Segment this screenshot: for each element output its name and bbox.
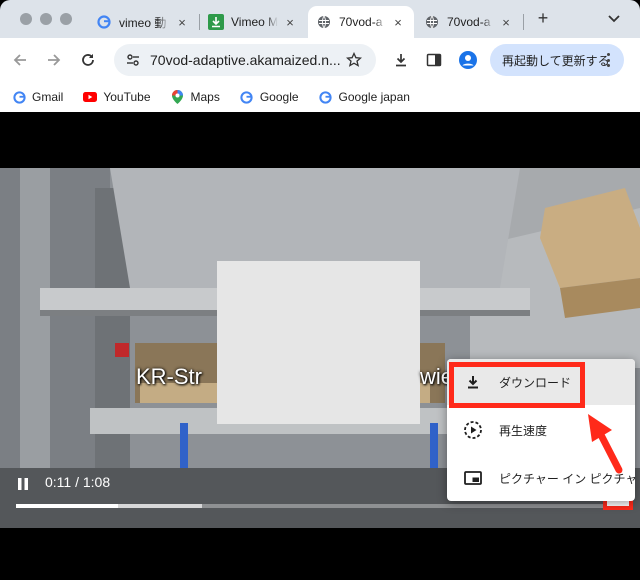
played-progress — [16, 504, 119, 508]
globe-icon — [316, 14, 332, 30]
tab-title: 70vod-a — [339, 15, 383, 29]
download-icon — [396, 54, 406, 67]
downloads-button[interactable] — [389, 48, 413, 72]
time-display: 0:11 / 1:08 — [45, 474, 111, 490]
menu-item-playback-speed[interactable]: 再生速度 — [447, 407, 635, 453]
youtube-icon — [83, 90, 98, 104]
bookmark-star-icon[interactable] — [342, 48, 366, 72]
bookmark-google[interactable]: Google — [240, 90, 299, 104]
forward-button[interactable] — [42, 48, 66, 72]
bookmark-label: Gmail — [32, 90, 64, 104]
tab-title: 70vod-a — [447, 15, 491, 29]
menu-item-picture-in-picture[interactable]: ピクチャー イン ピクチャー — [447, 455, 635, 501]
pause-button[interactable] — [14, 475, 32, 493]
tab-title: vimeo 動 — [119, 15, 167, 30]
tab-separator — [523, 14, 524, 30]
back-arrow-icon — [13, 54, 26, 66]
toolbar: 70vod-adaptive.akamaized.n... 再起動して更新する — [0, 38, 640, 82]
tab-search-button[interactable] — [603, 8, 625, 30]
bookmark-label: Google — [259, 90, 299, 104]
bookmark-label: Maps — [190, 90, 220, 104]
video-subtitle: KR-Str — [136, 364, 202, 389]
reload-icon — [82, 54, 94, 66]
maps-icon — [171, 90, 185, 104]
menu-item-label: ピクチャー イン ピクチャー — [499, 471, 635, 486]
omnibox[interactable]: 70vod-adaptive.akamaized.n... — [114, 44, 376, 76]
window-minimize-button[interactable] — [40, 13, 52, 25]
relaunch-update-button[interactable]: 再起動して更新する — [490, 44, 624, 76]
site-info-icon[interactable] — [122, 49, 144, 71]
tab-strip: vimeo 動 × Vimeo M × 70vod-a × 70vod-a × … — [0, 0, 640, 38]
picture-in-picture-icon — [463, 468, 483, 488]
reload-button[interactable] — [76, 48, 100, 72]
close-icon[interactable]: × — [390, 14, 406, 30]
google-icon — [96, 14, 112, 30]
close-icon[interactable]: × — [282, 14, 298, 30]
tab-vimeo-downloader[interactable]: Vimeo M × — [200, 6, 306, 38]
menu-item-label: 再生速度 — [499, 423, 548, 438]
annotation-highlight-download — [449, 362, 585, 408]
google-icon — [240, 90, 254, 104]
forward-arrow-icon — [48, 54, 61, 66]
window-zoom-button[interactable] — [60, 13, 72, 25]
chevron-down-icon — [608, 15, 620, 23]
tab-vimeo-search[interactable]: vimeo 動 × — [88, 6, 198, 38]
google-icon — [319, 90, 333, 104]
relaunch-label: 再起動して更新する — [502, 53, 610, 68]
page-content: KR-Str wie 0:11 / 1:08 ダウンロード 再生速度 ピクチャー… — [0, 112, 640, 580]
new-tab-button[interactable]: + — [533, 8, 553, 28]
profile-button[interactable] — [456, 48, 480, 72]
bookmark-label: Google japan — [338, 90, 410, 104]
tab-70vod[interactable]: 70vod-a × — [416, 6, 522, 38]
menu-dots-icon[interactable] — [600, 52, 616, 68]
bookmark-label: YouTube — [103, 90, 151, 104]
side-panel-icon — [426, 53, 442, 67]
globe-icon — [424, 14, 440, 30]
close-icon[interactable]: × — [498, 14, 514, 30]
close-icon[interactable]: × — [174, 14, 190, 30]
bookmark-google-japan[interactable]: Google japan — [319, 90, 410, 104]
tab-title: Vimeo M — [231, 15, 278, 29]
side-panel-button[interactable] — [422, 48, 446, 72]
window-close-button[interactable] — [20, 13, 32, 25]
google-icon — [12, 90, 26, 104]
bookmark-youtube[interactable]: YouTube — [83, 90, 151, 104]
bookmark-gmail[interactable]: Gmail — [12, 90, 63, 104]
back-button[interactable] — [8, 48, 32, 72]
bookmark-maps[interactable]: Maps — [171, 90, 220, 104]
playback-speed-icon — [463, 420, 483, 440]
download-favicon-icon — [208, 14, 224, 30]
pause-icon — [18, 478, 28, 490]
bookmarks-bar: Gmail YouTube Maps Google Google japan — [0, 82, 640, 112]
url-text[interactable]: 70vod-adaptive.akamaized.n... — [150, 52, 342, 68]
tab-70vod-active[interactable]: 70vod-a × — [308, 6, 414, 38]
avatar-icon — [459, 51, 477, 69]
blank-overlay-image — [217, 261, 420, 424]
progress-bar[interactable] — [16, 504, 626, 508]
